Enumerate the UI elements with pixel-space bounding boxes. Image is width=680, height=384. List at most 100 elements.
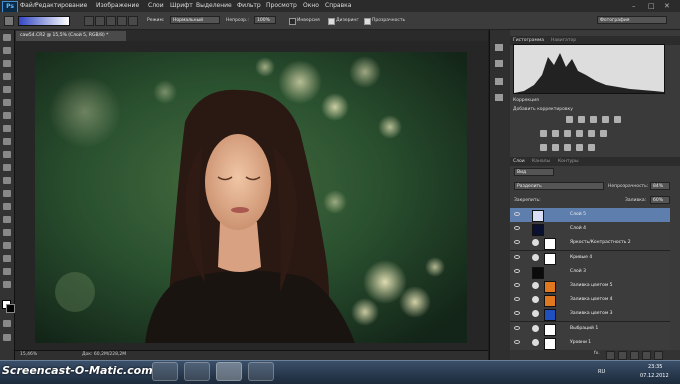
eyedropper-tool-icon[interactable] [3,99,11,106]
radial-gradient-icon[interactable] [95,16,105,26]
move-tool-icon[interactable] [3,34,11,41]
menu-layers[interactable]: Слои [148,2,164,9]
blend-mode-select[interactable]: Разделить [514,182,604,190]
gradient-tool-icon[interactable] [3,177,11,184]
diamond-gradient-icon[interactable] [128,16,138,26]
zoom-tool-icon[interactable] [3,281,11,288]
black-white-adjust-icon[interactable] [564,130,571,137]
menu-image[interactable]: Изображение [96,2,139,9]
layer-filter-select[interactable]: Вид [514,168,554,176]
eye-icon[interactable] [514,240,520,245]
layer-opacity-field[interactable]: 84% [650,182,670,190]
invert-adjust-icon[interactable] [540,144,547,151]
eye-icon[interactable] [514,268,520,273]
workspace-select[interactable]: Фотография [597,16,667,24]
menu-help[interactable]: Справка [325,2,351,9]
chrome-icon[interactable] [184,362,210,381]
doc-info[interactable]: Док: 60,2М/228,2М [82,352,126,357]
color-lookup-adjust-icon[interactable] [600,130,607,137]
minimize-icon[interactable]: – [632,2,636,10]
layer-row[interactable]: Уровни 1 [510,335,670,351]
clone-stamp-tool-icon[interactable] [3,138,11,145]
properties-panel-icon[interactable] [495,94,503,101]
history-brush-tool-icon[interactable] [3,151,11,158]
history-panel-icon[interactable] [495,44,503,51]
eye-icon[interactable] [514,254,520,259]
menu-window[interactable]: Окно [303,2,319,9]
document-photo[interactable] [35,52,467,343]
selective-color-adjust-icon[interactable] [588,144,595,151]
menu-filter[interactable]: Фильтр [237,2,261,9]
menu-edit[interactable]: Редактирование [35,2,87,9]
lasso-tool-icon[interactable] [3,60,11,67]
menu-view[interactable]: Просмотр [266,2,297,9]
eye-icon[interactable] [514,297,520,302]
tab-navigator[interactable]: Навигатор [551,38,576,43]
gradient-tool-icon[interactable] [4,16,14,26]
curves-adjust-icon[interactable] [590,116,597,123]
angle-gradient-icon[interactable] [106,16,116,26]
layer-fill-field[interactable]: 60% [650,196,670,204]
opacity-field[interactable]: 100% [254,16,276,24]
clock-time[interactable]: 23:35 [648,364,662,370]
posterize-adjust-icon[interactable] [552,144,559,151]
trash-icon[interactable] [654,351,663,360]
blur-tool-icon[interactable] [3,190,11,197]
tab-channels[interactable]: Каналы [532,159,550,164]
hue-saturation-adjust-icon[interactable] [540,130,547,137]
gradient-preview[interactable] [18,16,70,26]
layer-row[interactable]: Слой 4 [510,222,670,238]
vibrance-adjust-icon[interactable] [614,116,621,123]
add-mask-icon[interactable] [606,351,615,360]
new-layer-icon[interactable] [642,351,651,360]
actions-panel-icon[interactable] [495,60,503,67]
hand-tool-icon[interactable] [3,268,11,275]
pen-tool-icon[interactable] [3,216,11,223]
brightness-adjust-icon[interactable] [566,116,573,123]
tab-layers[interactable]: Слои [513,159,525,164]
eraser-tool-icon[interactable] [3,164,11,171]
screen-recorder-icon[interactable] [248,362,274,381]
transparency-checkbox[interactable] [364,18,371,25]
type-tool-icon[interactable] [3,229,11,236]
layer-row[interactable]: Заливка цветом 4 [510,293,670,309]
language-indicator[interactable]: RU [598,369,605,375]
photo-filter-adjust-icon[interactable] [576,130,583,137]
photoshop-taskbar-icon[interactable] [216,362,242,381]
tab-paths[interactable]: Контуры [558,159,579,164]
eye-icon[interactable] [514,212,520,216]
layer-row[interactable]: Яркость/Контрастность 2 [510,236,670,252]
brush-tool-icon[interactable] [3,125,11,132]
layer-row[interactable]: Заливка цветом 3 [510,307,670,323]
mode-select[interactable]: Нормальный [170,16,220,24]
quick-mask-icon[interactable] [3,320,11,327]
layer-row[interactable]: Выбраций 1 [510,321,670,337]
layer-row[interactable]: Кривые 4 [510,250,670,266]
layer-row[interactable]: Слой 3 [510,264,670,280]
menu-type[interactable]: Шрифт [170,2,193,9]
zoom-level[interactable]: 15,46% [20,352,37,357]
new-adjustment-icon[interactable] [618,351,627,360]
eye-icon[interactable] [514,325,520,330]
new-group-icon[interactable] [630,351,639,360]
info-panel-icon[interactable] [495,78,503,85]
healing-tool-icon[interactable] [3,112,11,119]
linear-gradient-icon[interactable] [84,16,94,26]
levels-adjust-icon[interactable] [578,116,585,123]
maximize-icon[interactable]: □ [648,2,655,10]
path-select-tool-icon[interactable] [3,242,11,249]
color-balance-adjust-icon[interactable] [552,130,559,137]
marquee-tool-icon[interactable] [3,47,11,54]
threshold-adjust-icon[interactable] [564,144,571,151]
layer-row[interactable]: Слой 5 [510,208,670,223]
fx-button[interactable]: fx. [594,351,600,356]
channel-mixer-adjust-icon[interactable] [588,130,595,137]
inverse-checkbox[interactable] [289,18,296,25]
shape-tool-icon[interactable] [3,255,11,262]
eye-icon[interactable] [514,339,520,344]
close-icon[interactable]: ✕ [664,2,670,10]
eye-icon[interactable] [514,226,520,231]
dither-checkbox[interactable] [328,18,335,25]
background-color-swatch[interactable] [6,304,15,313]
dodge-tool-icon[interactable] [3,203,11,210]
